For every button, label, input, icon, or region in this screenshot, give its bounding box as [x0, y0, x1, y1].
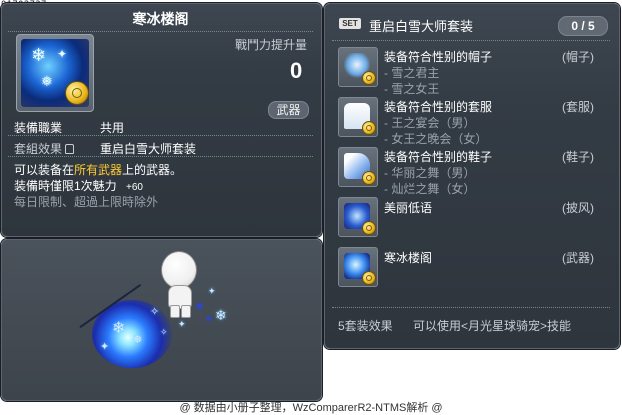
set-slot-weapon[interactable]: [338, 247, 378, 287]
set-slot-cape[interactable]: [338, 197, 378, 237]
coin-icon: [362, 221, 376, 235]
job-value: 共用: [100, 121, 125, 135]
coin-icon: [362, 171, 376, 185]
charm-value: +60: [126, 182, 143, 193]
set-name: 重启白雪大师套装: [369, 19, 474, 34]
category-badge: 武器: [268, 101, 309, 119]
avatar-leg: [170, 305, 180, 318]
set-effect-row[interactable]: 套組效果: [14, 140, 75, 157]
lock-icon: [65, 144, 75, 154]
set-slot-hat[interactable]: [338, 47, 378, 87]
job-label: 装備職業: [14, 121, 63, 135]
set-effect-label: 套組效果: [14, 142, 63, 156]
desc-highlight: 所有武器: [74, 163, 123, 177]
desc-suffix: 上的武器。: [122, 163, 183, 177]
set-slot-overall[interactable]: [338, 97, 378, 137]
equip-limit: 装備時僅限1次魅力 +60: [14, 177, 143, 194]
set-item-title: 寒冰楼阁: [384, 251, 433, 265]
set-effect-value: 重启白雪大师套装: [100, 142, 197, 156]
snowflake-icon: ✧: [160, 327, 168, 337]
coin-icon: [362, 121, 376, 135]
combat-power-value: 0: [290, 58, 303, 83]
snowflake-icon: ✸: [195, 301, 205, 313]
set-item-type: (帽子): [562, 50, 594, 64]
combat-power-label: 戰鬥力提升量: [235, 38, 308, 52]
snowflake-icon: ❅: [41, 73, 53, 89]
set-item-title: 装备符合性别的鞋子: [384, 150, 493, 164]
coin-icon: [362, 271, 376, 285]
equip-limit-text: 装備時僅限1次魅力: [14, 179, 117, 193]
set-effect-desc: 可以使用<月光星球骑宠>技能: [413, 319, 572, 333]
divider: [8, 31, 313, 32]
set-item-option: - 雪之女王: [384, 82, 440, 96]
item-icon: ❄ ✦ ❅: [16, 34, 94, 112]
set-item-title: 装备符合性别的帽子: [384, 50, 493, 64]
set-slot-shoes[interactable]: [338, 147, 378, 187]
set-item-option: - 华丽之舞（男）: [384, 166, 476, 180]
set-item-option: - 灿烂之舞（女）: [384, 182, 476, 196]
set-count: 0 / 5: [558, 16, 608, 36]
avatar-head: [161, 251, 197, 289]
snowflake-icon: ✦: [100, 341, 110, 353]
time-limit: 每日限制、超過上限時除外: [14, 195, 159, 209]
set-item-option: - 女王之晚会（女）: [384, 132, 488, 146]
item-name: 寒冰楼阁: [132, 11, 189, 27]
snowflake-icon: ❅: [133, 334, 143, 346]
set-badge: SET: [339, 18, 361, 29]
desc-prefix: 可以装备在: [14, 163, 75, 177]
snowflake-icon: ❄: [215, 307, 227, 323]
set-item-option: - 王之宴会（男）: [384, 116, 476, 130]
set-item-type: (武器): [562, 251, 594, 265]
divider: [8, 156, 313, 157]
set-item-option: - 雪之君主: [384, 66, 440, 80]
snowflake-icon: ✦: [208, 286, 216, 296]
divider: [332, 307, 610, 308]
set-item-type: (套服): [562, 100, 594, 114]
set-item-type: (鞋子): [562, 150, 594, 164]
coin-icon: [362, 71, 376, 85]
snowflake-icon: ✦: [178, 319, 186, 329]
set-item-title: 装备符合性别的套服: [384, 100, 493, 114]
avatar-leg: [181, 305, 191, 318]
snowflake-icon: ✦: [57, 47, 68, 61]
snowflake-icon: ✧: [150, 306, 160, 318]
snowflake-icon: ❄: [112, 320, 126, 337]
set-effect-count: 5套装效果: [338, 319, 393, 333]
set-item-type: (披风): [562, 201, 594, 215]
snowflake-icon: ❄: [31, 45, 47, 65]
coin-icon: [65, 81, 89, 105]
snowflake-icon: ✸: [205, 314, 213, 324]
set-item-title: 美丽低语: [384, 201, 433, 215]
equip-description: 可以装备在所有武器上的武器。: [14, 161, 182, 178]
divider: [8, 135, 313, 136]
divider: [332, 40, 610, 41]
